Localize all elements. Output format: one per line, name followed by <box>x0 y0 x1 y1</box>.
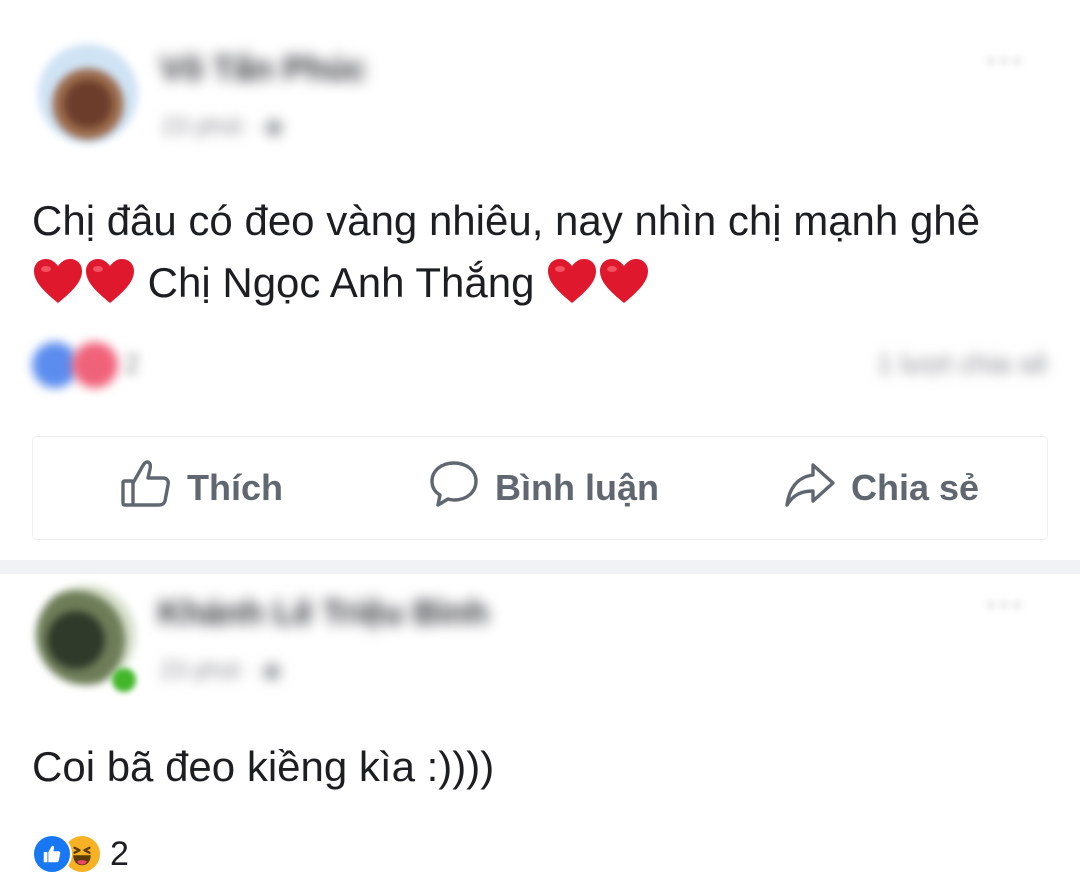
post-text: Chị đâu có đeo vàng nhiêu, nay nhìn chị … <box>32 190 980 314</box>
action-bar: Thích Bình luận Chia sẻ <box>32 436 1048 540</box>
thumbs-up-icon <box>32 834 72 874</box>
red-heart-icon <box>84 257 136 305</box>
online-status-indicator <box>112 668 136 692</box>
thumbs-up-icon <box>119 457 173 520</box>
share-count[interactable]: 1 lượt chia sẻ <box>877 348 1048 380</box>
more-options-button[interactable]: ··· <box>985 584 1025 623</box>
post-card: Võ Tấn Phúc 23 phút · ◉ ··· Chị đâu có đ… <box>0 0 1080 560</box>
author-avatar[interactable] <box>38 44 138 144</box>
red-heart-icon <box>598 257 650 305</box>
author-name[interactable]: Khánh Lê Triệu Bình <box>158 594 489 633</box>
reaction-count: 2 <box>124 348 140 379</box>
love-reaction-icon <box>72 342 118 388</box>
post-timestamp[interactable]: 23 phút · ◉ <box>160 656 282 685</box>
reaction-summary[interactable]: 2 1 lượt chia sẻ <box>32 342 1048 388</box>
tagged-name[interactable]: Chị Ngọc Anh Thắng <box>148 259 535 306</box>
post-text-line-2: Chị Ngọc Anh Thắng <box>32 252 980 314</box>
more-options-button[interactable]: ··· <box>985 40 1025 79</box>
share-label: Chia sẻ <box>851 467 980 508</box>
share-button[interactable]: Chia sẻ <box>783 437 979 539</box>
red-heart-icon <box>546 257 598 305</box>
author-name[interactable]: Võ Tấn Phúc <box>160 50 366 89</box>
like-label: Thích <box>187 467 283 508</box>
reaction-summary[interactable]: 2 <box>32 832 129 876</box>
share-arrow-icon <box>783 457 837 520</box>
reaction-count: 2 <box>110 834 129 873</box>
red-heart-icon <box>32 257 84 305</box>
comment-button[interactable]: Bình luận <box>427 437 659 539</box>
comment-label: Bình luận <box>495 467 659 508</box>
post-text: Coi bã đeo kiềng kìa :)))) <box>32 743 495 790</box>
like-button[interactable]: Thích <box>119 437 283 539</box>
post-timestamp[interactable]: 23 phút · ◉ <box>162 112 284 141</box>
post-text-line-1: Chị đâu có đeo vàng nhiêu, nay nhìn chị … <box>32 197 981 244</box>
speech-bubble-icon <box>427 457 481 520</box>
